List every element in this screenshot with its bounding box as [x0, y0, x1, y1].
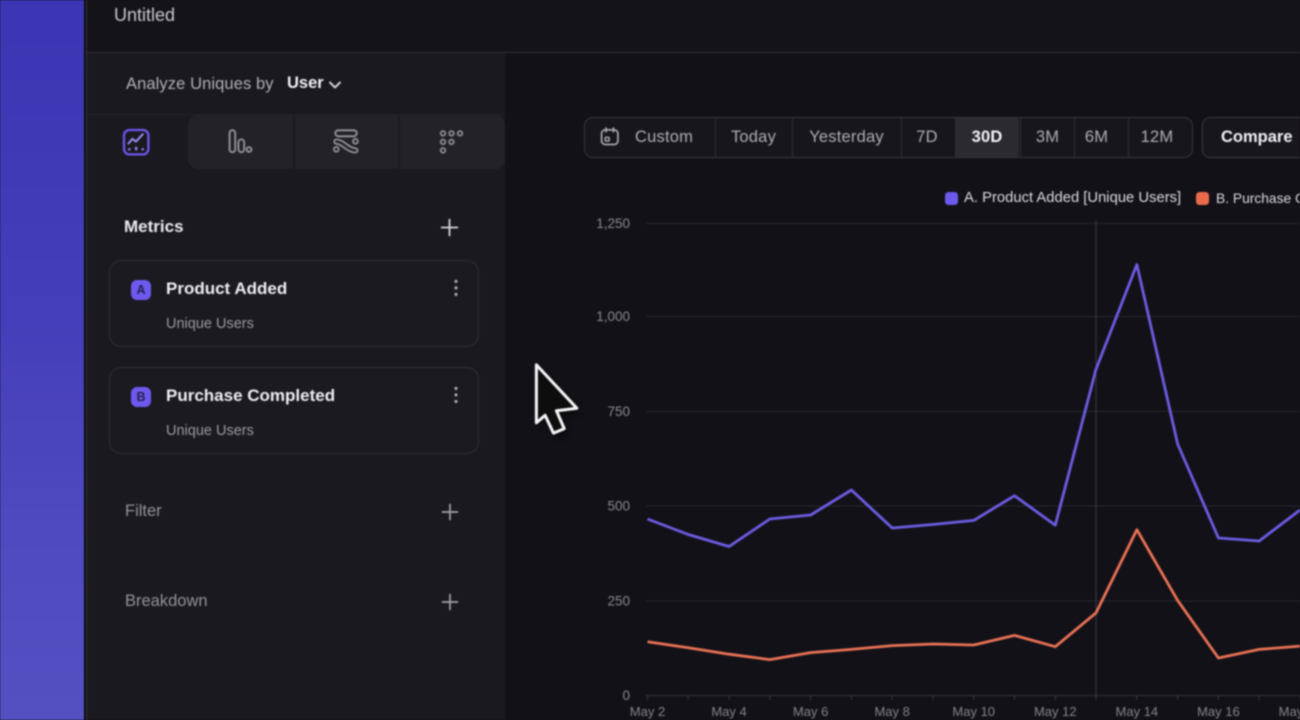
svg-text:May 8: May 8: [874, 704, 909, 719]
svg-text:0: 0: [622, 688, 630, 703]
svg-text:May 2: May 2: [630, 704, 665, 719]
svg-text:250: 250: [607, 594, 630, 609]
svg-text:500: 500: [607, 499, 630, 514]
svg-text:1,250: 1,250: [596, 216, 630, 231]
svg-text:May 14: May 14: [1116, 704, 1159, 719]
svg-text:May 12: May 12: [1034, 704, 1077, 719]
svg-text:750: 750: [607, 404, 630, 419]
svg-text:May 16: May 16: [1197, 704, 1240, 719]
svg-text:May 18: May 18: [1279, 704, 1300, 719]
svg-text:May 6: May 6: [793, 704, 828, 719]
svg-text:May 4: May 4: [711, 704, 746, 719]
svg-text:May 10: May 10: [952, 704, 995, 719]
svg-text:1,000: 1,000: [596, 309, 630, 324]
